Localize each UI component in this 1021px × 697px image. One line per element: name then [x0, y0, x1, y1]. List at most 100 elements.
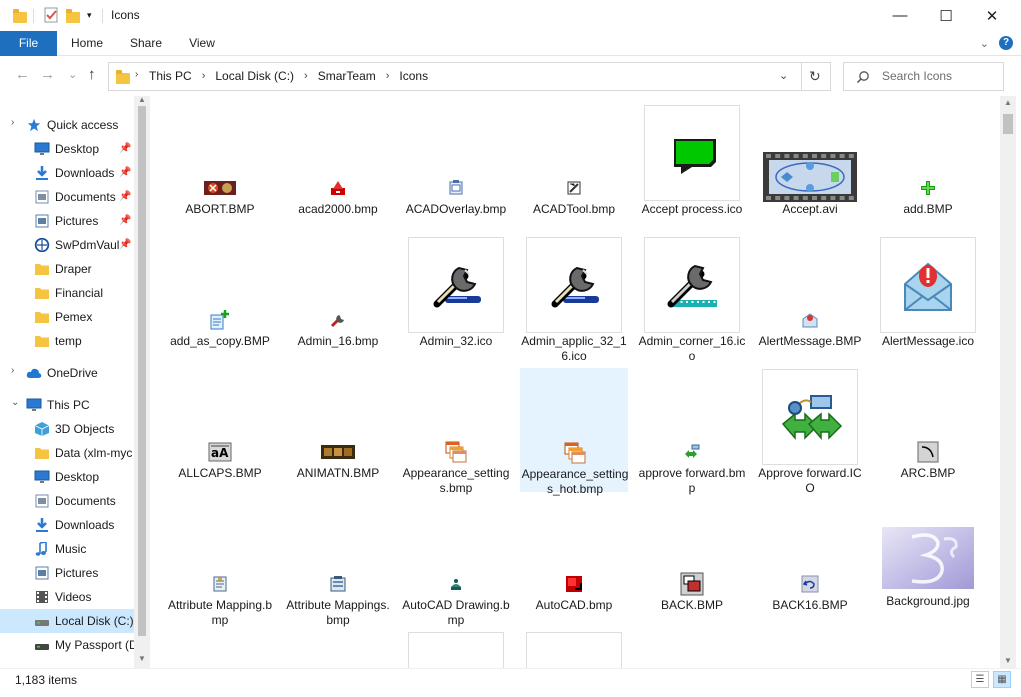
- nav-item-downloads[interactable]: Downloads 📌: [0, 161, 134, 185]
- content-scrollbar[interactable]: ▲ ▼: [1000, 96, 1016, 668]
- nav-item-quick-access[interactable]: › Quick access: [0, 113, 134, 137]
- file-item[interactable]: BACK16.BMP: [756, 500, 864, 624]
- file-item[interactable]: ACADTool.bmp: [520, 104, 628, 228]
- nav-item-financial[interactable]: Financial: [0, 281, 134, 305]
- nav-item-documents[interactable]: Documents 📌: [0, 185, 134, 209]
- nav-item-my-passport-d[interactable]: My Passport (D: [0, 633, 134, 657]
- file-item[interactable]: Appearance_settings.bmp: [402, 368, 510, 495]
- nav-scrollbar-thumb[interactable]: [138, 106, 146, 636]
- file-item[interactable]: Admin_applic_32_16.ico: [520, 236, 628, 363]
- pin-icon[interactable]: 📌: [119, 191, 131, 202]
- file-item[interactable]: AlertMessage.ico: [874, 236, 982, 360]
- nav-item-temp[interactable]: temp: [0, 329, 134, 353]
- file-item[interactable]: aA ALLCAPS.BMP: [166, 368, 274, 492]
- help-icon[interactable]: ?: [999, 36, 1013, 50]
- file-item[interactable]: Admin_32.ico: [402, 236, 510, 360]
- breadcrumb-local-disk[interactable]: Local Disk (C:): [215, 69, 294, 83]
- file-item[interactable]: ACADOverlay.bmp: [402, 104, 510, 228]
- file-item[interactable]: AutoCAD Drawing.bmp: [402, 500, 510, 627]
- pin-icon[interactable]: 📌: [119, 143, 131, 154]
- nav-item-pemex[interactable]: Pemex: [0, 305, 134, 329]
- close-button[interactable]: ✕: [969, 0, 1015, 31]
- nav-item-music[interactable]: Music: [0, 537, 134, 561]
- nav-item-3d-objects[interactable]: 3D Objects: [0, 417, 134, 441]
- tab-view[interactable]: View: [178, 31, 226, 56]
- scroll-up-icon[interactable]: ▲: [138, 96, 146, 104]
- file-item[interactable]: ABORT.BMP: [166, 104, 274, 228]
- nav-item-swpdmvaul[interactable]: SwPdmVaul 📌: [0, 233, 134, 257]
- breadcrumb-this-pc[interactable]: This PC: [149, 69, 192, 83]
- content-scrollbar-thumb[interactable]: [1003, 114, 1013, 134]
- properties-icon[interactable]: [43, 7, 59, 23]
- file-item[interactable]: ARC.BMP: [874, 368, 982, 492]
- maximize-button[interactable]: ☐: [923, 0, 969, 31]
- file-item[interactable]: Admin_16.bmp: [284, 236, 392, 360]
- nav-item-pictures[interactable]: Pictures 📌: [0, 209, 134, 233]
- file-item[interactable]: add.BMP: [874, 104, 982, 228]
- recent-locations-button[interactable]: ⌄: [68, 68, 77, 81]
- nav-item-onedrive[interactable]: › OneDrive: [0, 361, 134, 385]
- forward-button[interactable]: →: [40, 66, 55, 83]
- file-item[interactable]: approve forward.bmp: [638, 368, 746, 495]
- nav-item-videos[interactable]: Videos: [0, 585, 134, 609]
- file-item[interactable]: AutoCAD.bmp: [520, 500, 628, 624]
- file-item-partial[interactable]: [526, 632, 622, 668]
- customize-chevron-icon[interactable]: ▾: [87, 10, 103, 26]
- file-item[interactable]: ANIMATN.BMP: [284, 368, 392, 492]
- nav-item-desktop[interactable]: Desktop 📌: [0, 137, 134, 161]
- scroll-down-icon[interactable]: ▼: [138, 654, 146, 663]
- scroll-up-icon[interactable]: ▲: [1004, 98, 1012, 107]
- folder-icon: [34, 334, 50, 348]
- file-item[interactable]: Background.jpg: [874, 500, 982, 624]
- breadcrumb-smarteam[interactable]: SmarTeam: [318, 69, 376, 83]
- tab-file[interactable]: File: [0, 31, 57, 56]
- file-item[interactable]: Attribute Mappings.bmp: [284, 500, 392, 627]
- nav-item-documents[interactable]: Documents: [0, 489, 134, 513]
- expand-chevron-icon[interactable]: ⌄: [11, 397, 19, 408]
- pin-icon[interactable]: 📌: [119, 215, 131, 226]
- back-button[interactable]: ←: [15, 66, 30, 83]
- search-box[interactable]: [843, 62, 1004, 91]
- refresh-button[interactable]: ↻: [809, 68, 821, 85]
- expand-chevron-icon[interactable]: ›: [11, 117, 14, 128]
- scroll-down-icon[interactable]: ▼: [1004, 656, 1012, 665]
- nav-item-pictures[interactable]: Pictures: [0, 561, 134, 585]
- drive-icon: [34, 638, 50, 652]
- file-item[interactable]: Accept.avi: [756, 104, 864, 228]
- file-item[interactable]: acad2000.bmp: [284, 104, 392, 228]
- details-view-button[interactable]: ☰: [971, 671, 989, 688]
- file-item[interactable]: BACK.BMP: [638, 500, 746, 624]
- up-button[interactable]: ↑: [88, 66, 96, 83]
- tab-share[interactable]: Share: [121, 31, 171, 56]
- large-icons-view-button[interactable]: ▦: [993, 671, 1011, 688]
- expand-ribbon-icon[interactable]: ⌄: [980, 37, 989, 50]
- folder-icon[interactable]: [12, 7, 28, 23]
- breadcrumb-icons[interactable]: Icons: [399, 69, 428, 83]
- nav-item-label: Desktop: [55, 470, 100, 484]
- file-item[interactable]: Approve forward.ICO: [756, 368, 864, 495]
- file-item[interactable]: Accept process.ico: [638, 104, 746, 228]
- new-folder-icon[interactable]: [65, 7, 81, 23]
- expand-chevron-icon[interactable]: ›: [11, 365, 14, 376]
- nav-item-local-disk-c[interactable]: Local Disk (C:): [0, 609, 134, 633]
- file-item[interactable]: Admin_corner_16.ico: [638, 236, 746, 363]
- search-input[interactable]: [882, 69, 1000, 83]
- file-item-partial[interactable]: [408, 632, 504, 668]
- pin-icon[interactable]: 📌: [119, 239, 131, 250]
- address-dropdown-button[interactable]: ⌄: [779, 69, 788, 82]
- nav-item-data-xlm-myc[interactable]: Data (xlm-myc: [0, 441, 134, 465]
- nav-item-draper[interactable]: Draper: [0, 257, 134, 281]
- file-item[interactable]: add_as_copy.BMP: [166, 236, 274, 360]
- nav-scrollbar[interactable]: ▲ ▼: [134, 96, 150, 668]
- nav-item-label: Financial: [55, 286, 104, 300]
- file-item[interactable]: Attribute Mapping.bmp: [166, 500, 274, 627]
- minimize-button[interactable]: —: [877, 0, 923, 31]
- file-item[interactable]: Appearance_settings_hot.bmp: [520, 368, 628, 496]
- nav-item-desktop[interactable]: Desktop: [0, 465, 134, 489]
- file-item[interactable]: AlertMessage.BMP: [756, 236, 864, 360]
- tab-home[interactable]: Home: [62, 31, 112, 56]
- nav-item-downloads[interactable]: Downloads: [0, 513, 134, 537]
- nav-item-this-pc[interactable]: ⌄ This PC: [0, 393, 134, 417]
- address-bar[interactable]: › This PC › Local Disk (C:) › SmarTeam ›…: [108, 62, 831, 91]
- pin-icon[interactable]: 📌: [119, 167, 131, 178]
